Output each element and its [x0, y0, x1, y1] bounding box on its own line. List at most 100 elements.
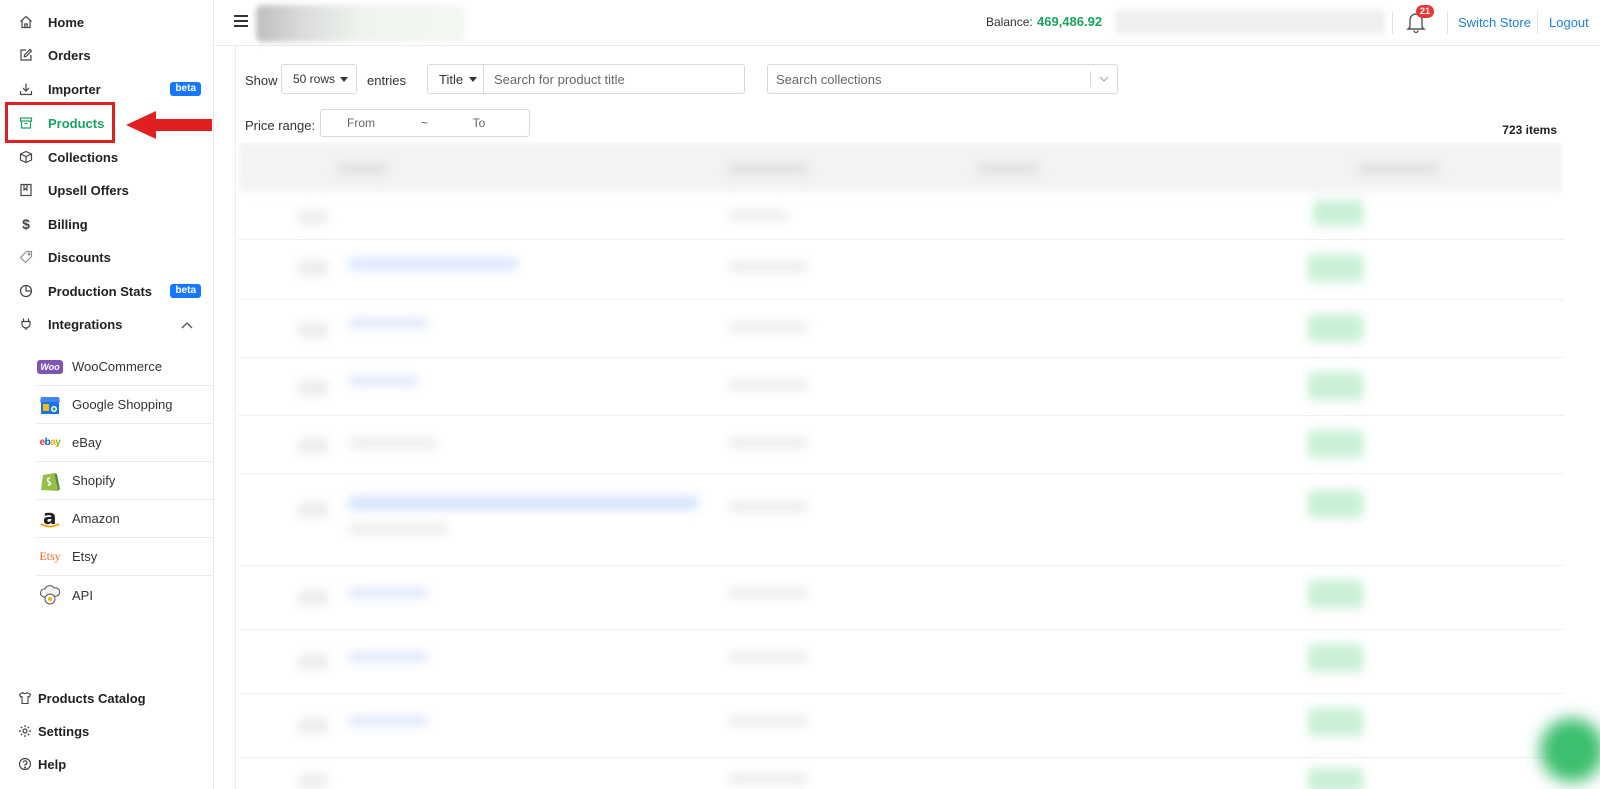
sidebar-item-label: Production Stats [48, 283, 153, 299]
table-row[interactable] [238, 192, 1563, 240]
sidebar-item-production-stats[interactable]: Production Stats beta [0, 274, 213, 308]
table-row[interactable] [238, 358, 1563, 416]
sidebar-item-label: Integrations [48, 316, 123, 332]
integration-label: API [72, 587, 93, 603]
table-row[interactable] [238, 630, 1563, 694]
select-divider [1090, 71, 1091, 87]
integration-item-shopify[interactable]: Shopify [36, 462, 214, 500]
search-field-select[interactable]: Title [427, 64, 484, 94]
table-row[interactable] [238, 694, 1563, 758]
notification-count-badge: 21 [1416, 5, 1435, 18]
integration-item-api[interactable]: API [36, 576, 214, 614]
balance-value: 469,486.92 [1037, 14, 1103, 29]
api-cloud-icon [37, 582, 63, 608]
sidebar-item-help[interactable]: Help [0, 749, 213, 779]
sidebar-item-label: Products Catalog [38, 690, 146, 706]
chat-support-button[interactable] [1540, 718, 1600, 782]
dollar-icon: $ [22, 216, 30, 232]
integration-item-woocommerce[interactable]: Woo WooCommerce [36, 348, 214, 386]
logout-link[interactable]: Logout [1549, 15, 1589, 30]
sidebar-item-products-catalog[interactable]: Products Catalog [0, 683, 213, 713]
table-header-cell [978, 164, 1038, 174]
sidebar-item-discounts[interactable]: Discounts [0, 240, 213, 274]
header-divider [1537, 12, 1538, 34]
book-icon [18, 182, 34, 198]
table-header-cell [728, 164, 808, 174]
pie-chart-icon [18, 283, 34, 299]
show-label: Show [245, 73, 278, 88]
store-logo [256, 5, 466, 42]
table-row[interactable] [238, 300, 1563, 358]
table-row[interactable] [238, 758, 1563, 789]
shopify-logo-icon [37, 468, 63, 494]
sidebar-item-settings[interactable]: Settings [0, 716, 213, 746]
integration-label: eBay [72, 435, 102, 450]
integration-item-ebay[interactable]: ebay eBay [36, 424, 214, 462]
sidebar-item-collections[interactable]: Collections [0, 140, 213, 174]
sidebar-item-label: Settings [38, 723, 90, 739]
products-content: Show 50 rows entries Title Price range: … [235, 46, 1600, 789]
price-from-input[interactable] [321, 110, 401, 136]
beta-badge: beta [170, 284, 201, 298]
integration-item-amazon[interactable]: a Amazon [36, 500, 214, 538]
tag-icon [18, 249, 34, 265]
woocommerce-logo-icon: Woo [37, 354, 63, 380]
top-header: Balance: 469,486.92 21 Switch Store Logo… [214, 0, 1600, 46]
price-range-label: Price range: [245, 118, 316, 133]
table-row[interactable] [238, 416, 1563, 474]
sidebar-item-billing[interactable]: $ Billing [0, 207, 213, 241]
sidebar-item-upsell-offers[interactable]: Upsell Offers [0, 173, 213, 207]
caret-down-icon [340, 77, 348, 82]
sidebar-item-label: Collections [48, 149, 119, 165]
integration-label: Shopify [72, 473, 116, 488]
sidebar-item-orders[interactable]: Orders [0, 38, 213, 72]
balance-label: Balance: [986, 15, 1033, 29]
sidebar-item-label: Help [38, 756, 67, 772]
table-header-cell [1358, 164, 1438, 174]
integration-item-etsy[interactable]: Etsy Etsy [36, 538, 214, 576]
table-row[interactable] [238, 474, 1563, 566]
store-selector[interactable] [1115, 10, 1385, 34]
header-divider [1447, 12, 1448, 34]
sidebar-item-label: Home [48, 14, 85, 30]
table-header-cell [338, 164, 388, 174]
rows-per-page-select[interactable]: 50 rows [281, 64, 357, 94]
integration-label: Google Shopping [72, 397, 173, 412]
header-divider [1392, 12, 1393, 34]
ebay-logo-icon: ebay [39, 437, 61, 448]
rows-per-page-value: 50 rows [293, 72, 336, 86]
sidebar-item-label: Upsell Offers [48, 182, 129, 198]
integration-label: Amazon [72, 511, 120, 526]
collections-select[interactable] [767, 64, 1118, 94]
tshirt-icon [18, 691, 32, 705]
chevron-down-icon[interactable] [1098, 73, 1110, 88]
price-to-input[interactable] [439, 110, 519, 136]
sidebar-item-integrations[interactable]: Integrations [0, 307, 213, 341]
product-title-search-input[interactable] [483, 64, 745, 94]
help-icon [18, 757, 32, 771]
hamburger-menu-icon[interactable] [234, 15, 248, 30]
products-highlight-box [5, 102, 115, 143]
entries-label: entries [367, 73, 407, 88]
sidebar-item-importer[interactable]: Importer beta [0, 72, 213, 106]
chevron-up-icon[interactable] [181, 317, 193, 332]
etsy-logo-icon: Etsy [39, 549, 61, 563]
collections-search-input[interactable] [768, 65, 1088, 93]
sidebar-item-label: Orders [48, 47, 91, 63]
table-row[interactable] [238, 240, 1563, 300]
price-range-input: ~ [320, 109, 530, 137]
sidebar-item-home[interactable]: Home [0, 5, 213, 39]
table-row[interactable] [238, 566, 1563, 630]
items-count: 723 items [1502, 123, 1557, 137]
edit-icon [18, 47, 34, 63]
google-shopping-logo-icon [37, 392, 63, 418]
sidebar-item-label: Billing [48, 216, 88, 232]
amazon-logo-icon: a [37, 505, 63, 532]
integration-item-google-shopping[interactable]: Google Shopping [36, 386, 214, 424]
cube-icon [18, 149, 34, 165]
switch-store-link[interactable]: Switch Store [1458, 15, 1531, 30]
red-arrow-icon [126, 111, 212, 139]
integration-label: WooCommerce [72, 359, 163, 374]
search-field-value: Title [439, 71, 464, 87]
plug-icon [18, 316, 34, 332]
